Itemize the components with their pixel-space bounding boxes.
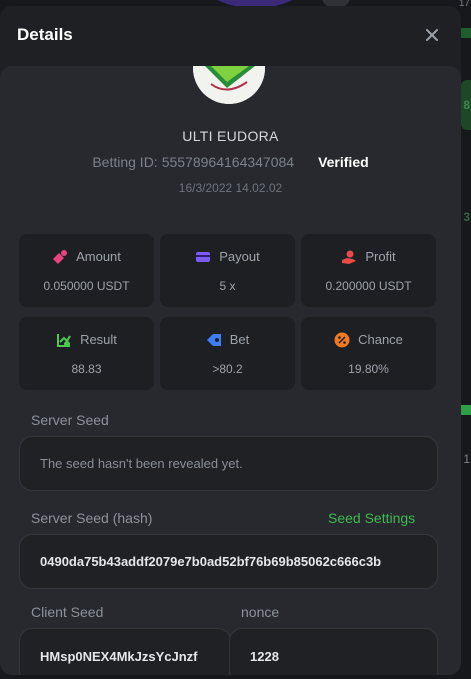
stat-label: Chance — [358, 332, 403, 347]
betting-id-value: 55578964164347084 — [161, 154, 295, 170]
avatar — [193, 66, 265, 104]
stat-card-payout: Payout 5 x — [160, 234, 295, 307]
details-modal: Details ULTI EUDORA Betting ID: 55578964… — [0, 6, 461, 675]
server-seed-hash-value: 0490da75b43addf2079e7b0ad52bf76b69b85062… — [40, 554, 382, 569]
betting-id-label: Betting ID: — [92, 154, 158, 170]
server-seed-hash-field[interactable]: 0490da75b43addf2079e7b0ad52bf76b69b85062… — [19, 534, 438, 589]
seed-settings-link[interactable]: Seed Settings — [328, 510, 415, 526]
background-label: 3 — [463, 210, 470, 224]
stat-value: 19.80% — [348, 361, 389, 376]
stat-card-amount: Amount 0.050000 USDT — [19, 234, 154, 307]
server-seed-hash-label: Server Seed (hash) — [31, 510, 153, 526]
hand-coin-icon — [341, 249, 357, 265]
background-label: 8 — [463, 98, 470, 112]
background-label: 1 — [463, 452, 470, 466]
tag-icon — [206, 332, 222, 348]
client-seed-label: Client Seed — [31, 604, 104, 620]
stat-card-chance: Chance 19.80% — [301, 317, 436, 390]
card-icon — [195, 249, 211, 265]
client-seed-value: HMsp0NEX4MkJzsYcJnzf — [40, 648, 198, 664]
stat-label: Bet — [229, 332, 250, 347]
stat-label: Result — [80, 332, 117, 347]
stat-label: Payout — [219, 249, 260, 264]
background-label: 17 — [458, 0, 470, 9]
stat-card-result: Result 88.83 — [19, 317, 154, 390]
modal-title: Details — [17, 25, 73, 44]
stat-value: 88.83 — [71, 361, 102, 376]
client-seed-field[interactable]: HMsp0NEX4MkJzsYcJnzf — [19, 628, 231, 675]
close-button[interactable] — [421, 24, 443, 46]
bet-date: 16/3/2022 14.02.02 — [178, 181, 283, 195]
stat-value: 0.200000 USDT — [325, 278, 412, 293]
stat-label: Profit — [365, 249, 396, 264]
nonce-label: nonce — [241, 604, 280, 620]
stat-value: 0.050000 USDT — [43, 278, 130, 293]
nonce-field[interactable]: 1228 — [229, 628, 438, 675]
chart-check-icon — [56, 332, 72, 348]
nonce-value: 1228 — [250, 648, 279, 664]
coins-icon — [52, 249, 68, 265]
modal-header: Details — [0, 6, 461, 64]
stat-value: 5 x — [219, 278, 236, 293]
server-seed-label: Server Seed — [31, 412, 109, 428]
details-panel: ULTI EUDORA Betting ID: 5557896416434708… — [0, 66, 461, 675]
betting-id-row: Betting ID: 55578964164347084 Verified — [0, 154, 461, 170]
background-decoration — [461, 405, 471, 415]
stat-label: Amount — [76, 249, 121, 264]
stat-card-profit: Profit 0.200000 USDT — [301, 234, 436, 307]
verified-badge: Verified — [318, 154, 369, 170]
percent-icon — [334, 332, 350, 348]
username: ULTI EUDORA — [182, 128, 279, 144]
close-icon — [426, 29, 438, 41]
stats-grid: Amount 0.050000 USDT Payout 5 x Profit 0… — [19, 234, 439, 390]
avatar-image — [193, 66, 265, 104]
stat-card-bet: Bet >80.2 — [160, 317, 295, 390]
server-seed-field: The seed hasn't been revealed yet. — [19, 436, 438, 491]
stat-value: >80.2 — [212, 361, 243, 376]
server-seed-placeholder: The seed hasn't been revealed yet. — [40, 456, 243, 471]
